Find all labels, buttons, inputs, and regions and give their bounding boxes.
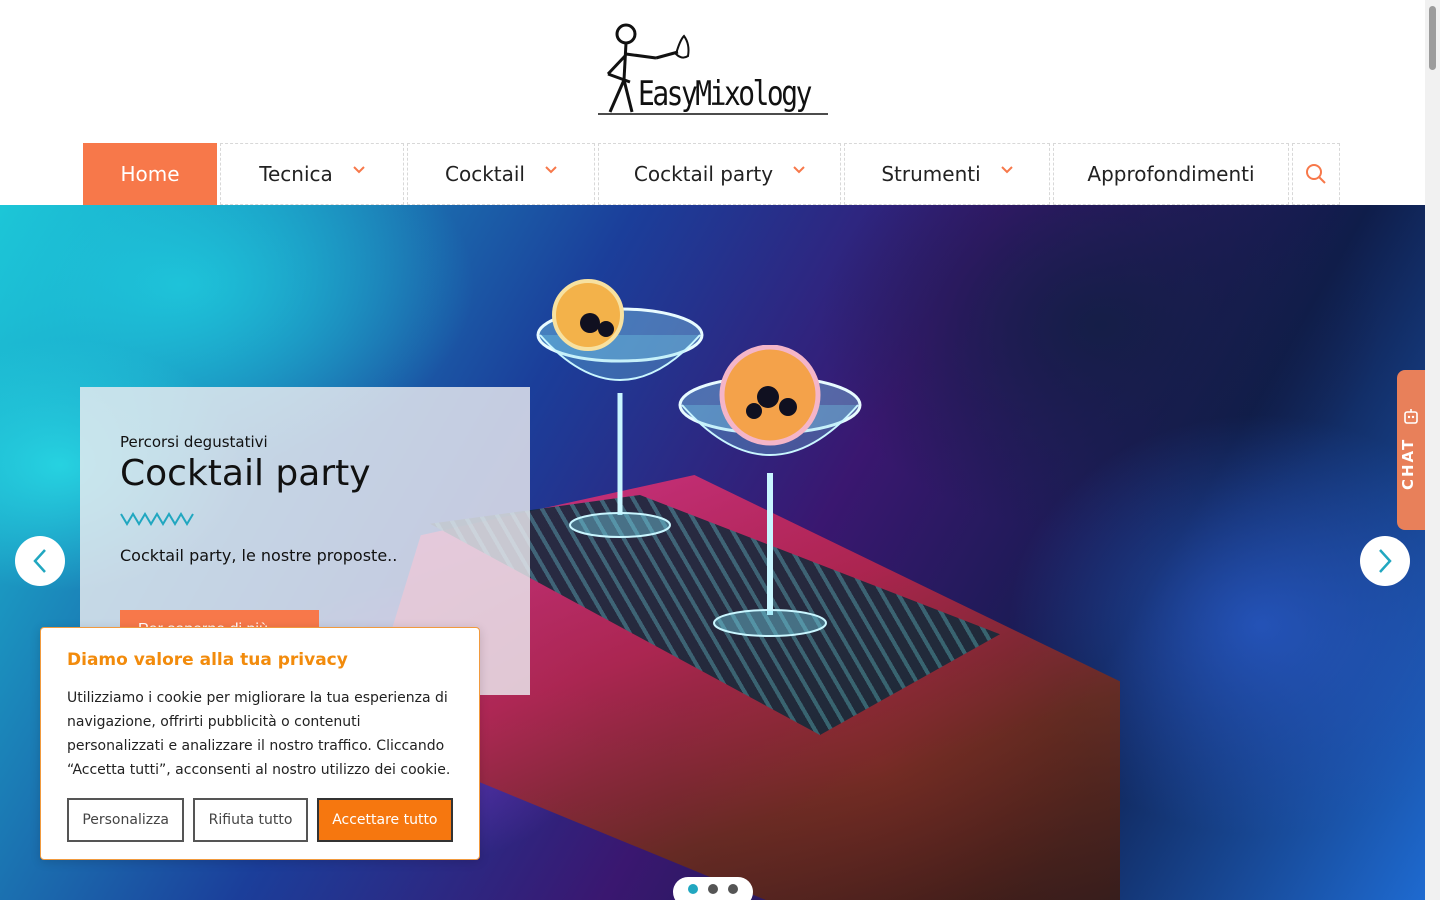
nav-item-cocktail[interactable]: Cocktail: [407, 143, 595, 205]
nav-item-label: Cocktail party: [633, 162, 774, 186]
site-logo[interactable]: EasyMixology: [596, 22, 832, 120]
nav-item-strumenti[interactable]: Strumenti: [844, 143, 1050, 205]
cookie-customize-button[interactable]: Personalizza: [67, 798, 185, 842]
search-icon: [1306, 164, 1326, 184]
slider-dot-3[interactable]: [728, 884, 738, 894]
chevron-down-icon: [1000, 166, 1013, 174]
chevron-down-icon: [545, 166, 557, 174]
chat-bot-icon: [1404, 409, 1418, 424]
nav-item-cocktail-party[interactable]: Cocktail party: [598, 143, 841, 205]
page-scrollbar[interactable]: [1425, 0, 1440, 900]
nav-item-approfondimenti[interactable]: Approfondimenti: [1053, 143, 1289, 205]
nav-item-tecnica[interactable]: Tecnica: [220, 143, 404, 205]
cookie-buttons: Personalizza Rifiuta tutto Accettare tut…: [67, 798, 453, 842]
logo-text: EasyMixology: [638, 74, 812, 114]
scrollbar-thumb[interactable]: [1429, 6, 1436, 70]
slide-eyebrow: Percorsi degustativi: [120, 433, 268, 451]
cookie-reject-button[interactable]: Rifiuta tutto: [193, 798, 308, 842]
chevron-left-icon: [33, 549, 46, 573]
wave-divider-icon: [120, 512, 194, 526]
nav-item-label: Tecnica: [259, 162, 333, 186]
slider-next-button[interactable]: [1360, 536, 1410, 586]
slider-dot-2[interactable]: [708, 884, 718, 894]
nav-item-label: Cocktail: [445, 162, 525, 186]
cookie-consent-banner: Diamo valore alla tua privacy Utilizziam…: [40, 627, 480, 860]
slider-dot-1[interactable]: [688, 884, 698, 894]
cookie-title: Diamo valore alla tua privacy: [67, 650, 348, 670]
slider-pagination: [673, 877, 753, 900]
cookie-text: Utilizziamo i cookie per migliorare la t…: [67, 690, 451, 778]
chevron-down-icon: [353, 166, 365, 174]
chevron-down-icon: [793, 166, 805, 174]
slide-description: Cocktail party, le nostre proposte..: [120, 546, 398, 565]
cookie-accept-button[interactable]: Accettare tutto: [316, 798, 453, 842]
main-navigation: Home Tecnica Cocktail Cocktail party Str…: [83, 143, 1343, 205]
cocktail-glass-image: [678, 345, 862, 637]
chat-label: CHAT: [1399, 437, 1417, 490]
nav-item-label: Home: [120, 162, 180, 186]
slider-prev-button[interactable]: [15, 536, 65, 586]
nav-item-label: Approfondimenti: [1087, 162, 1255, 186]
search-button[interactable]: [1292, 143, 1340, 205]
slide-title: Cocktail party: [120, 453, 371, 494]
nav-item-label: Strumenti: [881, 162, 981, 186]
nav-item-home[interactable]: Home: [83, 143, 217, 205]
chevron-right-icon: [1379, 549, 1392, 573]
chat-tab-button[interactable]: CHAT: [1397, 370, 1425, 530]
